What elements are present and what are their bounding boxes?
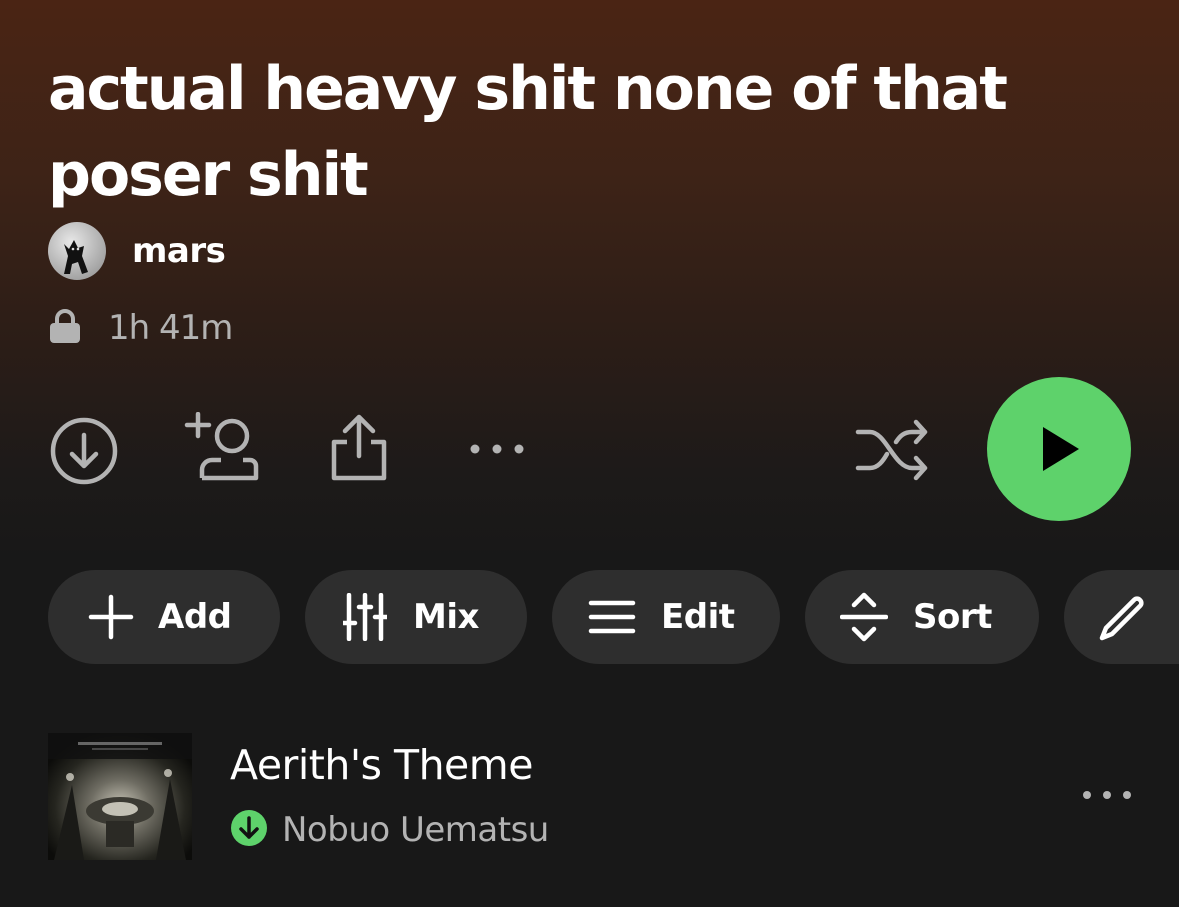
- download-button[interactable]: [48, 415, 120, 487]
- track-more-button[interactable]: [1081, 785, 1133, 809]
- filter-chips: Add Mix Edit Sort: [48, 570, 1179, 664]
- edit-chip[interactable]: Edit: [552, 570, 780, 664]
- mix-chip-label: Mix: [413, 597, 479, 637]
- track-subtitle: Nobuo Uematsu: [230, 809, 549, 851]
- playlist-title: actual heavy shit none of that poser shi…: [48, 54, 1008, 210]
- playlist-duration: 1h 41m: [108, 308, 233, 348]
- rename-chip[interactable]: [1064, 570, 1179, 664]
- list-icon: [588, 600, 636, 634]
- sort-chip[interactable]: Sort: [805, 570, 1039, 664]
- play-icon: [1043, 427, 1079, 471]
- play-button[interactable]: [987, 377, 1131, 521]
- shuffle-icon: [855, 419, 928, 481]
- owner-avatar[interactable]: [48, 222, 106, 280]
- mix-chip[interactable]: Mix: [305, 570, 527, 664]
- more-horizontal-icon: [470, 444, 524, 454]
- share-button[interactable]: [328, 412, 390, 482]
- playlist-meta: 1h 41m: [48, 308, 233, 348]
- track-row[interactable]: Aerith's Theme Nobuo Uematsu: [48, 733, 1138, 861]
- downloaded-icon: [230, 809, 268, 851]
- album-art: [48, 733, 192, 860]
- track-artist[interactable]: Nobuo Uematsu: [282, 810, 549, 850]
- pencil-icon: [1099, 596, 1144, 641]
- add-chip-label: Add: [158, 597, 232, 637]
- playlist-owner[interactable]: mars: [48, 222, 226, 280]
- track-title: Aerith's Theme: [230, 741, 533, 789]
- add-chip[interactable]: Add: [48, 570, 280, 664]
- sliders-icon: [343, 593, 387, 641]
- more-options-button[interactable]: [466, 438, 528, 460]
- download-icon: [50, 417, 118, 485]
- shuffle-button[interactable]: [854, 418, 930, 482]
- plus-icon: [88, 594, 134, 640]
- edit-chip-label: Edit: [661, 597, 735, 637]
- add-user-icon: [184, 412, 259, 481]
- share-icon: [331, 414, 387, 481]
- add-collaborator-button[interactable]: [184, 412, 262, 482]
- lock-icon: [48, 308, 82, 348]
- owner-name[interactable]: mars: [132, 231, 226, 271]
- sort-chip-label: Sort: [913, 597, 992, 637]
- sort-icon: [840, 592, 888, 642]
- more-horizontal-icon: [1083, 791, 1131, 799]
